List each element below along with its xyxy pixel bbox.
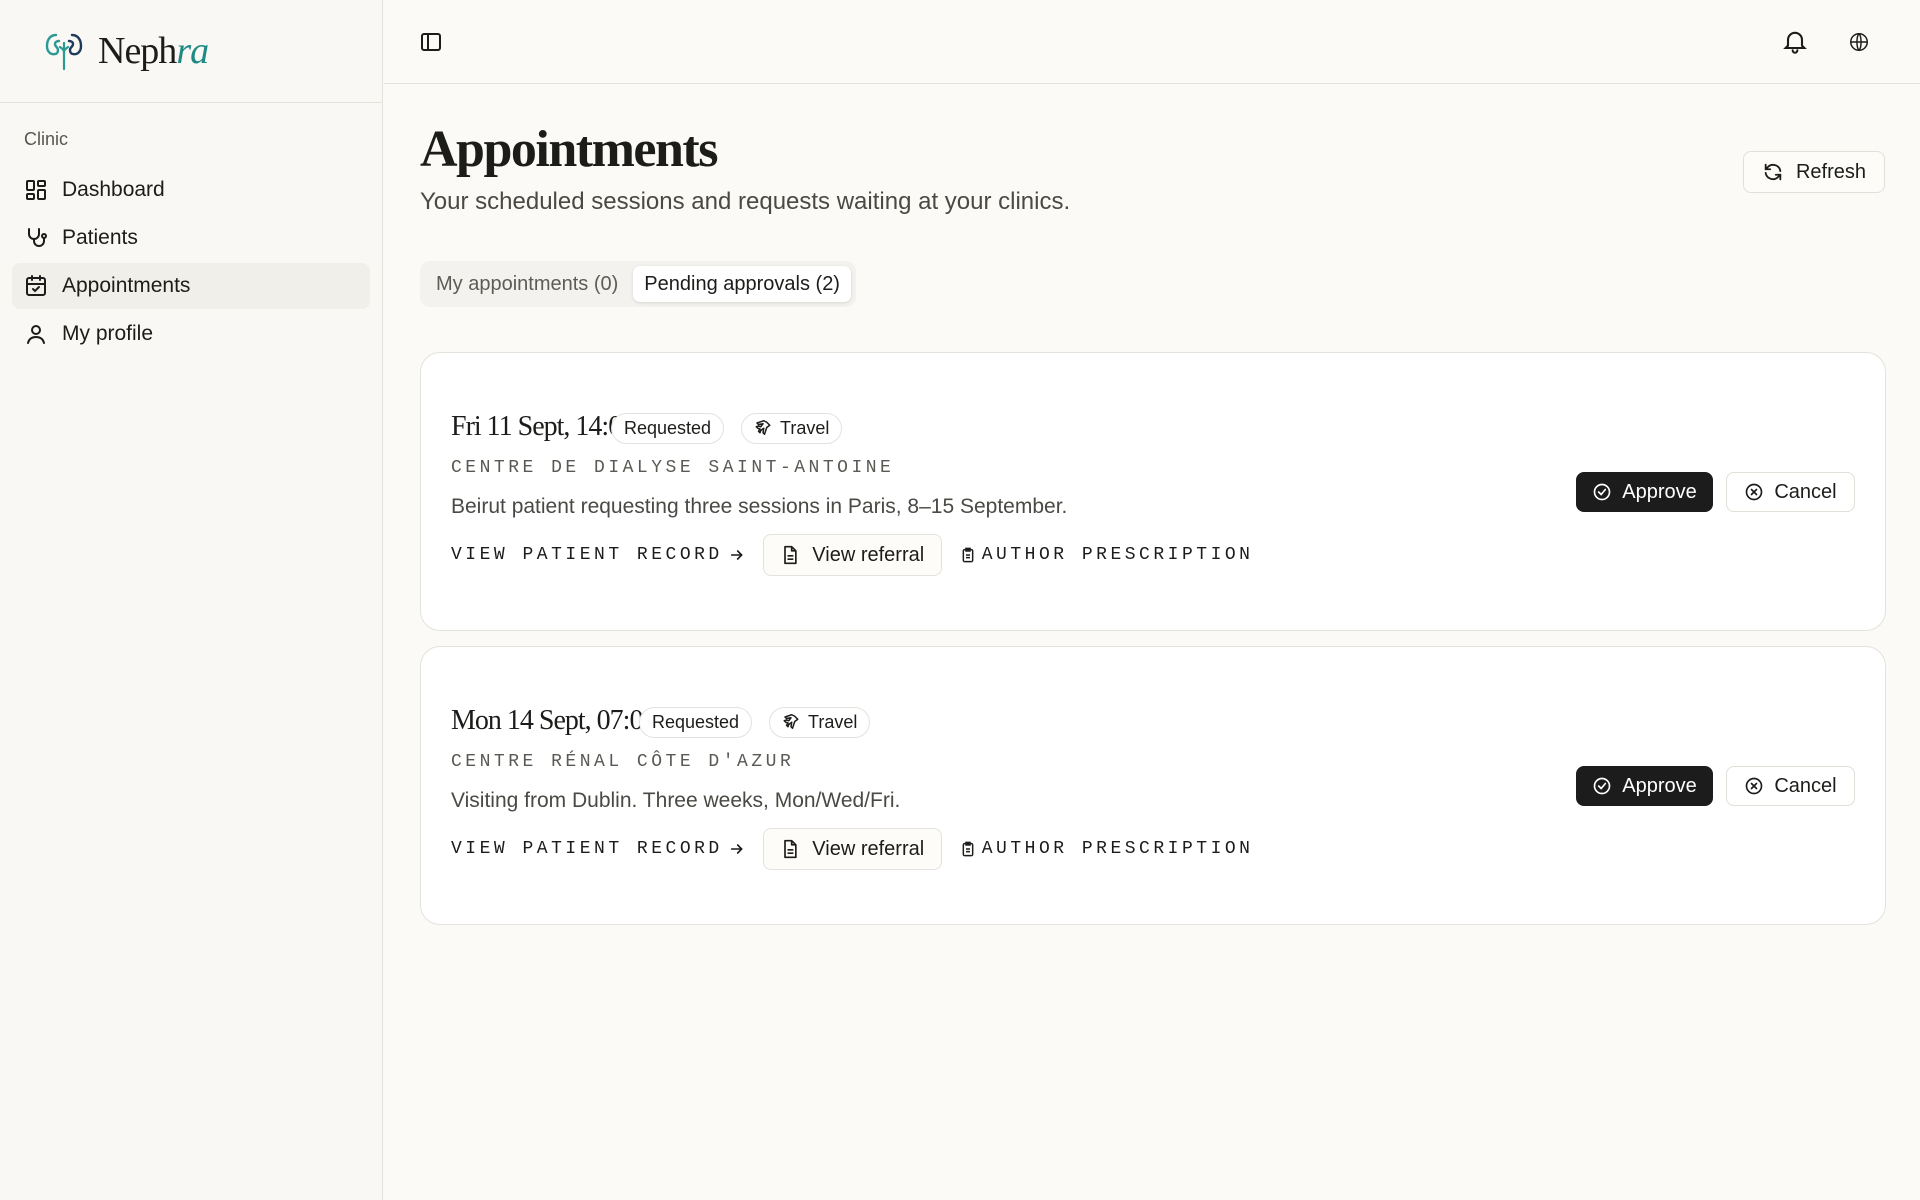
sidebar: Nephra Clinic Dashboard Patients Appoint…: [0, 0, 383, 1200]
refresh-button[interactable]: Refresh: [1743, 151, 1885, 193]
tab-my-appointments[interactable]: My appointments (0): [425, 266, 629, 302]
clipboard-icon: [960, 840, 976, 858]
view-patient-record-link[interactable]: VIEW PATIENT RECORD: [451, 839, 745, 859]
appointment-note: Beirut patient requesting three sessions…: [451, 495, 1068, 518]
sidebar-nav: Dashboard Patients Appointments My profi…: [0, 167, 382, 357]
page-title: Appointments: [420, 121, 718, 178]
sidebar-toggle-icon[interactable]: [418, 29, 444, 55]
sidebar-item-my-profile[interactable]: My profile: [12, 311, 370, 357]
user-icon: [24, 322, 48, 346]
appointment-card: Fri 11 Sept, 14:00 Requested Travel CENT…: [420, 352, 1886, 631]
author-prescription-link[interactable]: AUTHOR PRESCRIPTION: [960, 839, 1254, 859]
stethoscope-icon: [24, 226, 48, 250]
refresh-label: Refresh: [1795, 160, 1867, 183]
document-icon: [780, 545, 800, 565]
approve-button[interactable]: Approve: [1576, 472, 1713, 512]
clipboard-icon: [960, 546, 976, 564]
type-badge: Travel: [741, 413, 843, 444]
clinic-name: CENTRE RÉNAL CÔTE D'AZUR: [451, 752, 795, 772]
arrow-right-icon: [729, 547, 745, 563]
appointment-date: Mon 14 Sept, 07:00: [451, 705, 656, 736]
x-circle-icon: [1744, 482, 1764, 502]
arrow-right-icon: [729, 841, 745, 857]
clinic-name: CENTRE DE DIALYSE SAINT-ANTOINE: [451, 458, 895, 478]
appointment-tabs: My appointments (0) Pending approvals (2…: [420, 261, 856, 307]
sidebar-item-appointments[interactable]: Appointments: [12, 263, 370, 309]
view-referral-button[interactable]: View referral: [762, 828, 942, 870]
sidebar-item-dashboard[interactable]: Dashboard: [12, 167, 370, 213]
refresh-icon: [1762, 161, 1784, 183]
status-badge: Requested: [639, 707, 753, 738]
cancel-button[interactable]: Cancel: [1726, 766, 1855, 806]
calendar-check-icon: [24, 274, 48, 298]
x-circle-icon: [1744, 776, 1764, 796]
card-actions: VIEW PATIENT RECORD View referral AUTHOR…: [451, 828, 1253, 870]
topbar: [384, 0, 1920, 84]
appointment-date: Fri 11 Sept, 14:00: [451, 411, 635, 442]
tab-pending-approvals[interactable]: Pending approvals (2): [633, 266, 851, 302]
brand[interactable]: Nephra: [0, 0, 382, 103]
sidebar-item-label: Dashboard: [62, 178, 165, 201]
check-circle-icon: [1592, 482, 1612, 502]
page-subtitle: Your scheduled sessions and requests wai…: [420, 188, 1071, 215]
cancel-button[interactable]: Cancel: [1726, 472, 1855, 512]
globe-icon[interactable]: [1846, 29, 1872, 55]
kidney-logo-icon: [44, 29, 84, 73]
plane-icon: [754, 419, 772, 438]
nav-section-label: Clinic: [24, 129, 69, 149]
sidebar-item-label: Appointments: [62, 274, 191, 297]
plane-icon: [782, 713, 800, 732]
sidebar-item-patients[interactable]: Patients: [12, 215, 370, 261]
document-icon: [780, 839, 800, 859]
card-actions: VIEW PATIENT RECORD View referral AUTHOR…: [451, 534, 1253, 576]
sidebar-item-label: My profile: [62, 322, 154, 345]
dashboard-icon: [24, 178, 48, 202]
status-badge: Requested: [611, 413, 725, 444]
brand-name: Nephra: [98, 30, 209, 72]
approve-button[interactable]: Approve: [1576, 766, 1713, 806]
view-patient-record-link[interactable]: VIEW PATIENT RECORD: [451, 545, 745, 565]
appointment-note: Visiting from Dublin. Three weeks, Mon/W…: [451, 789, 901, 812]
author-prescription-link[interactable]: AUTHOR PRESCRIPTION: [960, 545, 1254, 565]
type-badge: Travel: [769, 707, 871, 738]
view-referral-button[interactable]: View referral: [762, 534, 942, 576]
check-circle-icon: [1592, 776, 1612, 796]
appointment-card: Mon 14 Sept, 07:00 Requested Travel CENT…: [420, 646, 1886, 925]
bell-icon[interactable]: [1780, 26, 1810, 56]
sidebar-item-label: Patients: [62, 226, 138, 249]
